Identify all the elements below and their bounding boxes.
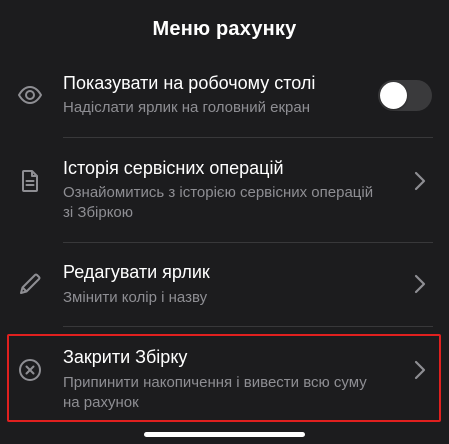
show-on-desktop-toggle[interactable] xyxy=(378,80,432,111)
divider xyxy=(63,326,433,327)
eye-icon xyxy=(17,82,43,108)
menu-item-sublabel: Ознайомитись з історією сервісних операц… xyxy=(63,184,374,221)
menu-item-service-history[interactable]: Історія сервісних операцій Ознайомитись … xyxy=(0,138,449,242)
home-indicator[interactable] xyxy=(144,432,305,437)
chevron-right-icon xyxy=(414,274,426,294)
menu-item-edit-shortcut[interactable]: Редагувати ярлик Змінити колір і назву xyxy=(0,243,449,325)
document-icon xyxy=(17,168,43,194)
menu-item-sublabel: Надіслати ярлик на головний екран xyxy=(63,99,311,116)
toggle-knob xyxy=(380,82,407,109)
page-title: Меню рахунку xyxy=(152,18,297,40)
pencil-icon xyxy=(17,271,43,297)
menu-item-label: Показувати на робочому столі xyxy=(63,73,316,93)
menu-item-sublabel: Змінити колір і назву xyxy=(63,289,208,306)
highlight-box xyxy=(7,334,441,422)
menu-item-label: Історія сервісних операцій xyxy=(63,158,284,178)
account-menu-sheet: Меню рахунку Показувати на робочому стол… xyxy=(0,0,449,444)
chevron-right-icon xyxy=(414,171,426,191)
menu-item-label: Редагувати ярлик xyxy=(63,262,210,282)
